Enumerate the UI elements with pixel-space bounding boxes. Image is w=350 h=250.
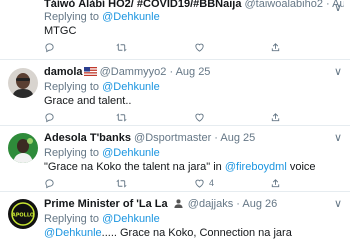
user-handle[interactable]: @Dsportmaster (134, 132, 211, 144)
like-icon (195, 179, 204, 188)
replying-to-label: Replying to (44, 213, 103, 225)
mention-link[interactable]: @Dehkunle (102, 147, 160, 159)
tweet[interactable]: damola @Dammyyo2 · Aug 25 ∨ Replying to … (0, 60, 350, 126)
tweet-text: @Dehkunle..... Grace na Koko, Connection… (44, 227, 292, 239)
mention-link[interactable]: @Dehkunle (44, 227, 102, 239)
retweet-button[interactable] (116, 111, 127, 123)
replying-to: Replying to @Dehkunle (44, 213, 160, 225)
tweet-actions (44, 41, 284, 53)
reply-icon (45, 42, 54, 52)
tweet-header: damola @Dammyyo2 · Aug 25 (44, 66, 344, 80)
display-name[interactable]: Prime Minister of 'La La (44, 198, 168, 210)
like-count: 4 (209, 178, 215, 188)
avatar-image (8, 68, 38, 98)
tweet-actions: 4 (44, 177, 284, 189)
retweet-button[interactable] (116, 177, 127, 189)
avatar-image: APOLLO (8, 199, 38, 229)
replying-to-label: Replying to (44, 147, 103, 159)
reply-button[interactable] (44, 177, 55, 189)
like-button[interactable] (194, 41, 205, 53)
user-handle[interactable]: @Dammyyo2 (100, 66, 167, 78)
reply-button[interactable] (44, 111, 55, 123)
reply-icon (45, 178, 54, 188)
like-button[interactable] (194, 111, 205, 123)
share-icon (271, 42, 280, 51)
avatar[interactable]: APOLLO (8, 199, 38, 229)
tweet-text-quote: "Grace na Koko the talent na jara" in (44, 161, 225, 173)
like-icon (195, 113, 204, 122)
replying-to-label: Replying to (44, 11, 103, 23)
separator-dot: · (214, 132, 218, 144)
tweet[interactable]: APOLLO Prime Minister of 'La La @dajjaks… (0, 192, 350, 250)
share-icon (271, 112, 280, 121)
us-flag-icon (83, 67, 97, 76)
mention-link[interactable]: @Dehkunle (102, 11, 160, 23)
tweet-text: Grace and talent.. (44, 95, 132, 107)
separator-dot: · (236, 198, 240, 210)
tweet-header: Adesola T'banks @Dsportmaster · Aug 25 (44, 132, 344, 146)
replying-to: Replying to @Dehkunle (44, 81, 160, 93)
tweet-text-suffix: ..... Grace na Koko, Connection na jara (101, 227, 292, 239)
timestamp[interactable]: Aug 25 (176, 66, 211, 78)
timestamp[interactable]: Aug 26 (242, 198, 277, 210)
separator-dot: · (326, 0, 330, 10)
tweet-text: "Grace na Koko the talent na jara" in @f… (44, 161, 316, 173)
avatar-image (8, 133, 38, 163)
mention-link[interactable]: @fireboydml (225, 161, 287, 173)
replying-to-label: Replying to (44, 81, 103, 93)
more-icon[interactable]: ∨ (334, 65, 342, 78)
timestamp[interactable]: Aug 25 (220, 132, 255, 144)
retweet-icon (116, 43, 127, 51)
share-button[interactable] (270, 111, 281, 123)
reply-icon (45, 112, 54, 122)
avatar[interactable] (8, 133, 38, 163)
tweet-header: Prime Minister of 'La La @dajjaks · Aug … (44, 198, 344, 212)
retweet-icon (116, 113, 127, 121)
like-icon (195, 43, 204, 52)
retweet-icon (116, 179, 127, 187)
display-name[interactable]: Adesola T'banks (44, 132, 131, 144)
more-icon[interactable]: ∨ (334, 131, 342, 144)
avatar-logo-text: APOLLO (12, 213, 34, 219)
replying-to: Replying to @Dehkunle (44, 11, 160, 23)
share-button[interactable] (270, 177, 281, 189)
share-icon (271, 178, 280, 187)
avatar[interactable] (8, 68, 38, 98)
mention-link[interactable]: @Dehkunle (102, 213, 160, 225)
display-name[interactable]: damola (44, 66, 83, 78)
display-name[interactable]: Táíwò Àlàbí HO2/ #COVID19/#BBNaija (44, 0, 241, 10)
like-button[interactable]: 4 (194, 177, 214, 189)
user-handle[interactable]: @dajjaks (188, 198, 233, 210)
separator-dot: · (169, 66, 174, 78)
tweet-actions (44, 111, 284, 123)
user-handle[interactable]: @taiwoalabiho2 (245, 0, 323, 10)
person-emoji-icon (174, 199, 183, 208)
tweet[interactable]: Adesola T'banks @Dsportmaster · Aug 25 ∨… (0, 126, 350, 192)
tweet-text-suffix: voice (286, 161, 316, 173)
more-icon[interactable]: ∨ (334, 197, 342, 210)
tweet[interactable]: Táíwò Àlàbí HO2/ #COVID19/#BBNaija @taiw… (0, 0, 350, 60)
replying-to: Replying to @Dehkunle (44, 147, 160, 159)
retweet-button[interactable] (116, 41, 127, 53)
reply-button[interactable] (44, 41, 55, 53)
more-icon[interactable]: ∨ (334, 1, 342, 14)
tweet-text: MTGC (44, 25, 77, 37)
mention-link[interactable]: @Dehkunle (102, 81, 160, 93)
share-button[interactable] (270, 41, 281, 53)
